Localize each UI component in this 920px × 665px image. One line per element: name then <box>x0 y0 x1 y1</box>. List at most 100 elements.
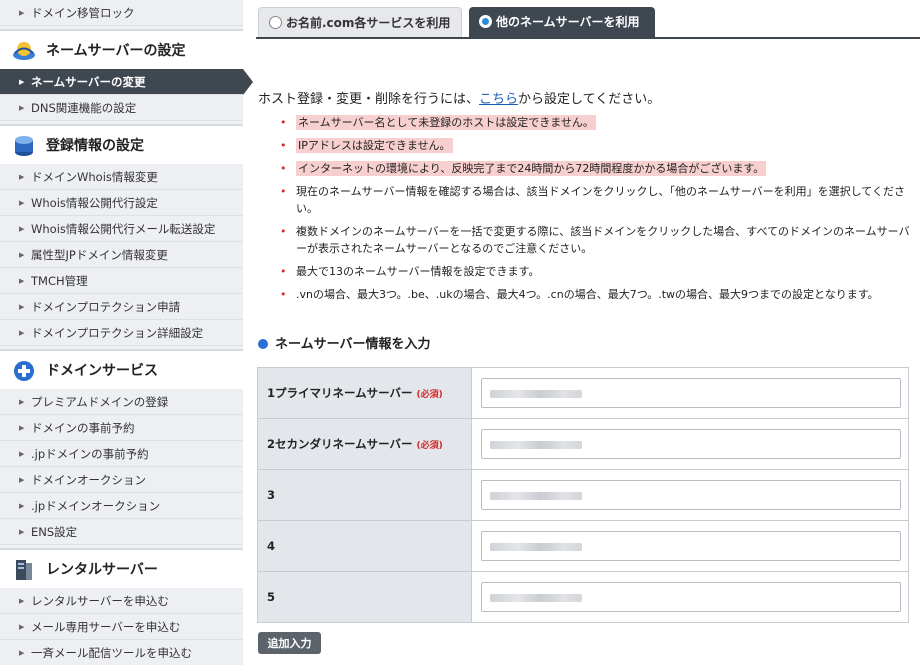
sidebar-item-label: DNS関連機能の設定 <box>31 101 137 115</box>
section-header-domain-service: ドメインサービス <box>0 349 243 391</box>
sidebar-item-label: ドメインの事前予約 <box>31 421 135 435</box>
sidebar-item-label: .jpドメインオークション <box>31 499 161 513</box>
section-header-registration: 登録情報の設定 <box>0 124 243 166</box>
intro-text: ホスト登録・変更・削除を行うには、こちらから設定してください。 <box>258 88 660 107</box>
sidebar-item-label: .jpドメインの事前予約 <box>31 447 149 461</box>
sidebar-item-transfer-lock[interactable]: ▶ ドメイン移管ロック <box>0 0 243 26</box>
intro-after: から設定してください。 <box>518 92 661 107</box>
triangle-right-icon: ▶ <box>19 450 25 458</box>
sidebar-item-preorder[interactable]: ▶ ドメインの事前予約 <box>0 415 243 441</box>
sidebar-item-protection-apply[interactable]: ▶ ドメインプロテクション申請 <box>0 294 243 320</box>
sidebar-item-label: ENS設定 <box>31 525 78 539</box>
nameserver-4-input[interactable] <box>481 531 901 561</box>
add-input-button[interactable]: 追加入力 <box>258 632 321 654</box>
section-title: 登録情報の設定 <box>46 138 144 154</box>
host-settings-link[interactable]: こちら <box>479 92 518 107</box>
triangle-right-icon: ▶ <box>19 329 25 337</box>
sidebar-item-ens[interactable]: ▶ ENS設定 <box>0 519 243 545</box>
row-label: 2セカンダリネームサーバー (必須) <box>257 418 472 470</box>
sidebar-item-label: プレミアムドメインの登録 <box>31 395 169 409</box>
triangle-right-icon: ▶ <box>19 9 25 17</box>
notice-item: ネームサーバー名として未登録のホストは設定できません。 <box>278 114 918 131</box>
sidebar-item-whois-change[interactable]: ▶ ドメインWhois情報変更 <box>0 164 243 190</box>
triangle-right-icon: ▶ <box>19 502 25 510</box>
notice-item: 最大で13のネームサーバー情報を設定できます。 <box>278 263 918 280</box>
sidebar-item-dns-settings[interactable]: ▶ DNS関連機能の設定 <box>0 95 243 121</box>
sidebar-item-whois-mail-forward[interactable]: ▶ Whois情報公開代行メール転送設定 <box>0 216 243 242</box>
database-icon <box>15 136 33 156</box>
nameserver-table: 1プライマリネームサーバー (必須) 2セカンダリネームサーバー (必須) 3 4 … <box>257 367 909 623</box>
nameserver-5-input[interactable] <box>481 582 901 612</box>
triangle-right-icon: ▶ <box>19 104 25 112</box>
sidebar-item-label: Whois情報公開代行設定 <box>31 196 158 210</box>
sidebar-item-label: ドメインWhois情報変更 <box>31 170 158 184</box>
sidebar-item-jp-info[interactable]: ▶ 属性型JPドメイン情報変更 <box>0 242 243 268</box>
notice-item: 複数ドメインのネームサーバーを一括で変更する際に、該当ドメインをクリックした場合… <box>278 223 918 257</box>
sidebar-item-label: ドメインプロテクション申請 <box>31 300 181 314</box>
tab-other-nameserver[interactable]: 他のネームサーバーを利用 <box>469 7 655 37</box>
sidebar-item-mail-server-apply[interactable]: ▶ メール専用サーバーを申込む <box>0 614 243 640</box>
row-label: 5 <box>257 571 472 623</box>
tab-onamae-services[interactable]: お名前.com各サービスを利用 <box>258 7 462 37</box>
table-row: 2セカンダリネームサーバー (必須) <box>257 418 909 470</box>
sidebar-item-label: 属性型JPドメイン情報変更 <box>31 248 168 262</box>
sidebar-item-label: TMCH管理 <box>31 274 88 288</box>
server-icon <box>16 560 32 580</box>
section-title: レンタルサーバー <box>46 562 158 578</box>
section-title: ドメインサービス <box>46 363 158 379</box>
section-heading-text: ネームサーバー情報を入力 <box>275 337 431 352</box>
triangle-right-icon: ▶ <box>19 277 25 285</box>
table-row: 1プライマリネームサーバー (必須) <box>257 367 909 419</box>
sidebar-item-label: ドメイン移管ロック <box>31 6 135 20</box>
nameserver-1-input[interactable] <box>481 378 901 408</box>
triangle-right-icon: ▶ <box>19 476 25 484</box>
row-label: 1プライマリネームサーバー (必須) <box>257 367 472 419</box>
table-row: 4 <box>257 520 909 572</box>
triangle-right-icon: ▶ <box>19 251 25 259</box>
sidebar-item-nameserver-change[interactable]: ▶ ネームサーバーの変更 <box>0 69 253 95</box>
sidebar-item-protection-detail[interactable]: ▶ ドメインプロテクション詳細設定 <box>0 320 243 346</box>
triangle-right-icon: ▶ <box>19 528 25 536</box>
sidebar-item-label: 一斉メール配信ツールを申込む <box>31 646 192 660</box>
sidebar-item-label: ネームサーバーの変更 <box>31 75 146 89</box>
sidebar-item-jp-preorder[interactable]: ▶ .jpドメインの事前予約 <box>0 441 243 467</box>
nameserver-3-input[interactable] <box>481 480 901 510</box>
redacted-value <box>490 491 582 500</box>
sidebar-item-label: メール専用サーバーを申込む <box>31 620 181 634</box>
nameserver-2-input[interactable] <box>481 429 901 459</box>
sidebar-item-auction[interactable]: ▶ ドメインオークション <box>0 467 243 493</box>
triangle-right-icon: ▶ <box>19 398 25 406</box>
sidebar-item-rental-apply[interactable]: ▶ レンタルサーバーを申込む <box>0 588 243 614</box>
sidebar-item-premium[interactable]: ▶ プレミアムドメインの登録 <box>0 389 243 415</box>
triangle-right-icon: ▶ <box>19 424 25 432</box>
sidebar-item-label: レンタルサーバーを申込む <box>31 594 169 608</box>
radio-checked-icon <box>479 15 492 28</box>
sidebar-item-tmch[interactable]: ▶ TMCH管理 <box>0 268 243 294</box>
tab-underline <box>256 37 920 39</box>
intro-before: ホスト登録・変更・削除を行うには、 <box>258 92 480 107</box>
triangle-right-icon: ▶ <box>19 303 25 311</box>
section-header-rental-server: レンタルサーバー <box>0 548 243 590</box>
sidebar-item-label: ドメインオークション <box>31 473 146 487</box>
sidebar-item-jp-auction[interactable]: ▶ .jpドメインオークション <box>0 493 243 519</box>
sidebar-item-label: Whois情報公開代行メール転送設定 <box>31 222 216 236</box>
notice-item: .vnの場合、最大3つ。.be、.ukの場合、最大4つ。.cnの場合、最大7つ。… <box>278 286 918 303</box>
tab-label: 他のネームサーバーを利用 <box>496 15 640 29</box>
sidebar-item-bulk-mail-apply[interactable]: ▶ 一斉メール配信ツールを申込む <box>0 640 243 665</box>
row-label: 3 <box>257 469 472 521</box>
triangle-right-icon: ▶ <box>19 78 25 86</box>
triangle-right-icon: ▶ <box>19 199 25 207</box>
tab-label: お名前.com各サービスを利用 <box>286 16 451 30</box>
redacted-value <box>490 593 582 602</box>
section-heading: ネームサーバー情報を入力 <box>258 333 430 352</box>
required-badge: (必須) <box>416 390 443 400</box>
notice-item: インターネットの環境により、反映完了まで24時間から72時間程度かかる場合がござ… <box>278 160 918 177</box>
triangle-right-icon: ▶ <box>19 173 25 181</box>
table-row: 5 <box>257 571 909 623</box>
required-badge: (必須) <box>416 441 443 451</box>
redacted-value <box>490 389 582 398</box>
triangle-right-icon: ▶ <box>19 225 25 233</box>
sidebar-item-whois-proxy[interactable]: ▶ Whois情報公開代行設定 <box>0 190 243 216</box>
notice-item: 現在のネームサーバー情報を確認する場合は、該当ドメインをクリックし、「他のネーム… <box>278 183 918 217</box>
sidebar-item-label: ドメインプロテクション詳細設定 <box>31 326 204 340</box>
